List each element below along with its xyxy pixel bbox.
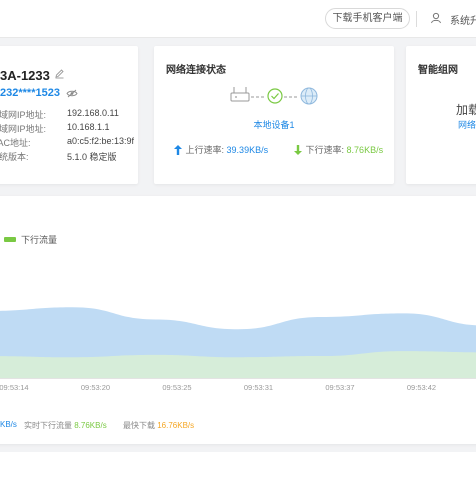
smart-mesh-card: 智能组网 加载 网络 (406, 46, 476, 184)
max-download-label: 最快下载 (123, 421, 155, 430)
x-tick-label: 09:53:42 (407, 383, 436, 392)
device-name: 3A-1233 (0, 68, 50, 83)
network-topology (230, 87, 318, 105)
upload-speed-value: 39.39KB/s (226, 145, 269, 155)
bottom-panel (0, 452, 476, 477)
wan-ip-value: 192.168.0.11 (67, 108, 119, 118)
smart-mesh-title: 智能组网 (418, 65, 458, 76)
local-device-link[interactable]: 本地设备1 (154, 118, 394, 131)
mesh-network-link[interactable]: 网络 (458, 118, 476, 131)
wifi-password: 232****1523 (0, 87, 60, 99)
download-speed: 下行速率: 8.76KB/s (294, 143, 383, 156)
realtime-upload-value: KB/s (0, 420, 17, 429)
mac-label: MAC地址: (0, 138, 31, 148)
router-icon (230, 87, 250, 102)
traffic-chart-card: 下行流量 09:53:14 09:53:20 09:53:25 09:53:31 09:… (0, 196, 476, 444)
x-tick-label: 09:53:20 (81, 383, 110, 392)
system-icon[interactable] (430, 12, 442, 24)
mesh-join-text: 加载 (456, 103, 476, 117)
max-download-value: 16.76KB/s (157, 421, 195, 430)
x-tick-label: 09:53:37 (325, 383, 354, 392)
top-bar: 下载手机客户端 系统升级 (0, 0, 476, 38)
connected-check-icon (267, 88, 283, 104)
lan-ip-row: 局域网IP地址: 10.168.1.1 (0, 122, 138, 136)
upload-speed: 上行速率: 39.39KB/s (174, 143, 268, 156)
version-label: 系统版本: (0, 152, 29, 162)
download-speed-value: 8.76KB/s (346, 145, 384, 155)
device-info-card: 3A-1233 232****1523 广域网IP地址: 192.168.0.1… (0, 46, 138, 184)
max-download-stat: 最快下载 16.76KB/s (123, 420, 194, 431)
wan-ip-label: 广域网IP地址: (0, 110, 47, 120)
system-upgrade-link[interactable]: 系统升级 (450, 12, 476, 27)
download-speed-label: 下行速率: (305, 145, 345, 155)
x-tick-label: 09:53:14 (0, 383, 29, 392)
download-app-button[interactable]: 下载手机客户端 (325, 8, 410, 29)
internet-globe-icon (300, 87, 318, 105)
realtime-download-value: 8.76KB/s (74, 421, 107, 430)
realtime-download-label: 实时下行流量 (24, 421, 72, 430)
wan-ip-row: 广域网IP地址: 192.168.0.11 (0, 108, 138, 122)
mac-value: a0:c5:f2:be:13:9f (67, 136, 135, 146)
x-tick-label: 09:53:31 (244, 383, 273, 392)
realtime-download-stat: 实时下行流量 8.76KB/s (24, 420, 107, 431)
traffic-area-chart: 09:53:14 09:53:20 09:53:25 09:53:31 09:53:37… (0, 307, 476, 392)
mac-row: MAC地址: a0:c5:f2:be:13:9f (0, 136, 138, 150)
hidden-eye-icon[interactable] (66, 89, 78, 98)
topbar-divider (416, 11, 417, 27)
x-tick-label: 09:53:25 (162, 383, 191, 392)
edit-icon[interactable] (54, 68, 65, 79)
version-value: 5.1.0 稳定版 (67, 152, 117, 162)
version-row: 系统版本: 5.1.0 稳定版 (0, 150, 138, 164)
upload-speed-label: 上行速率: (185, 145, 225, 155)
lan-ip-value: 10.168.1.1 (67, 122, 110, 132)
download-arrow-icon (294, 145, 302, 155)
lan-ip-label: 局域网IP地址: (0, 124, 47, 134)
network-status-card: 网络连接状态 本地设备1 上行速率: 39.39KB/s 下行速率: 8.76K… (154, 46, 394, 184)
upload-arrow-icon (174, 145, 182, 155)
network-status-title: 网络连接状态 (166, 65, 226, 76)
